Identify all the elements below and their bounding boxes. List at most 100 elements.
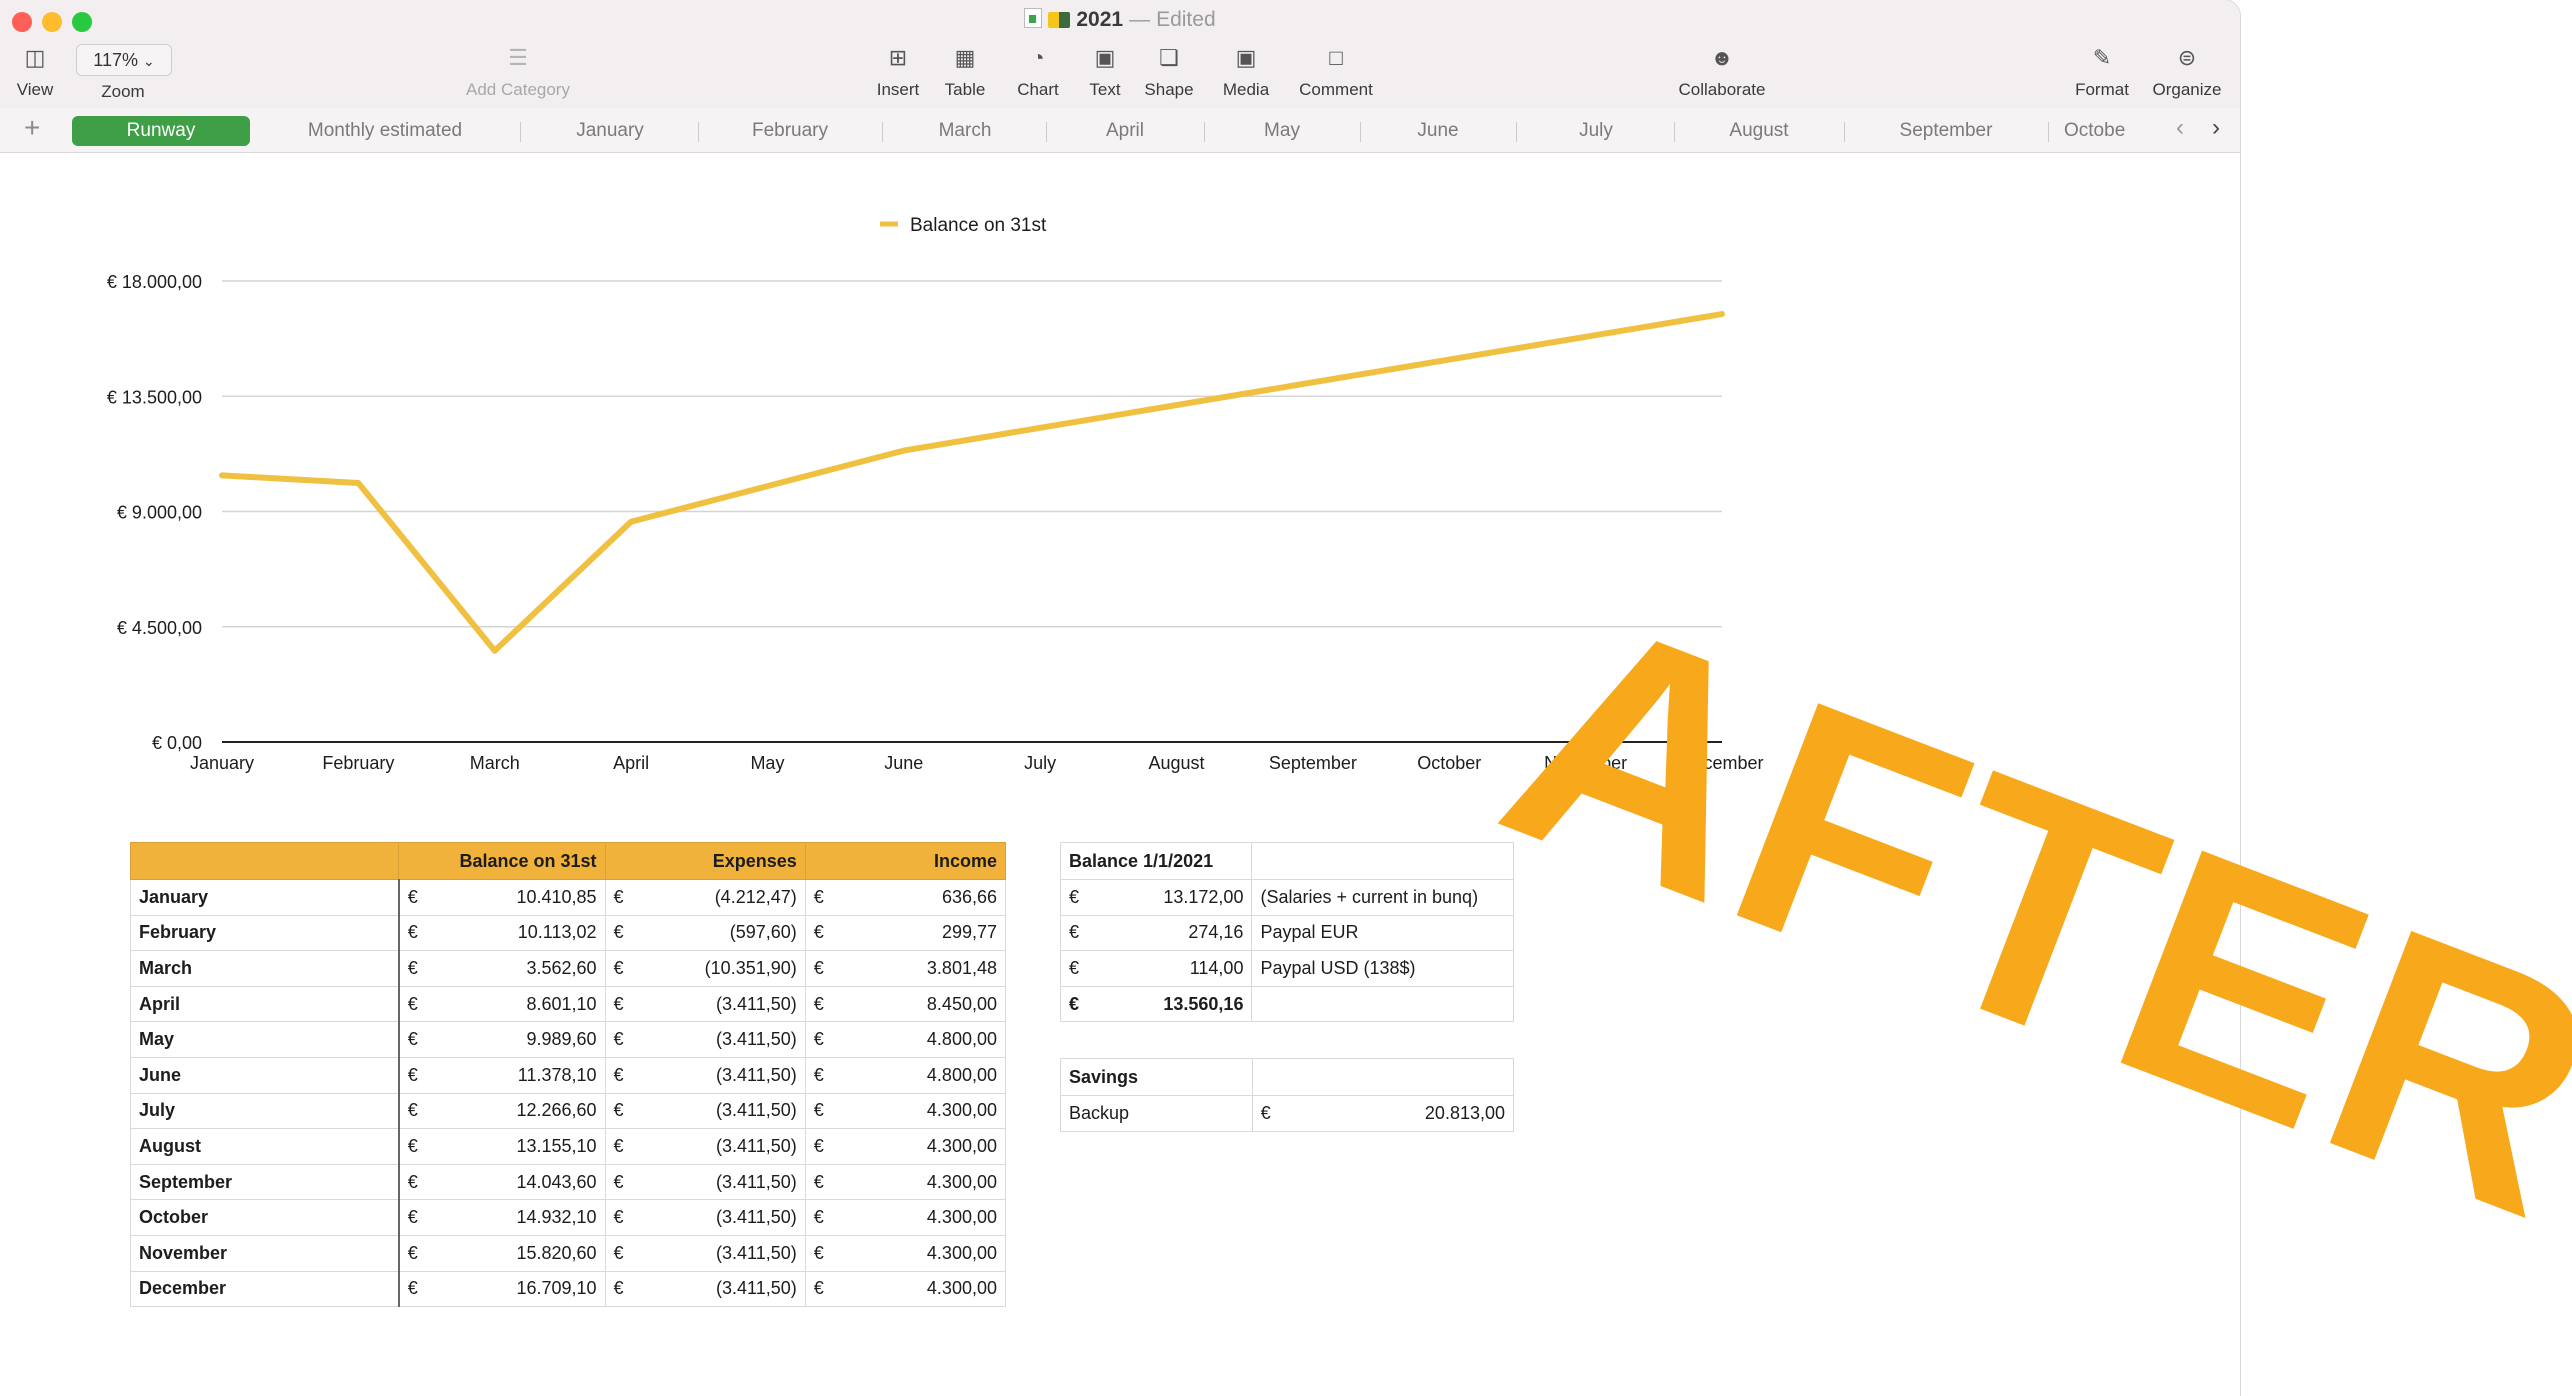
income-cell[interactable]: 3.801,48 (833, 950, 1007, 987)
balance-cell[interactable]: 10.113,02 (426, 914, 606, 952)
value-cell[interactable]: 114,00 (1090, 950, 1253, 987)
tab-monthly-estimated[interactable]: Monthly estimated (270, 116, 500, 146)
tab-april[interactable]: April (1064, 116, 1186, 146)
balance-cell[interactable]: 14.043,60 (426, 1163, 606, 1201)
currency-cell[interactable]: € (804, 1234, 834, 1272)
balance-cell[interactable]: 13.155,10 (426, 1128, 606, 1165)
expenses-cell[interactable]: (597,60) (633, 914, 806, 952)
currency-cell[interactable]: € (398, 950, 427, 987)
currency-cell[interactable]: € (398, 879, 427, 916)
media-button[interactable]: ▣ Media (1220, 44, 1272, 100)
chevron-left-icon[interactable]: ‹ (2176, 114, 2184, 142)
table-row[interactable]: June €11.378,10 € (3.411,50) €4.800,00 (129, 1056, 1007, 1094)
total-row[interactable]: € 13.560,16 (1060, 985, 1514, 1023)
savings-table[interactable]: Savings Backup € 20.813,00 (1060, 1058, 1515, 1132)
currency-cell[interactable]: € (604, 1128, 634, 1165)
organize-button[interactable]: ⊜ Organize (2150, 44, 2224, 100)
opening-balance-table[interactable]: Balance 1/1/2021 € 13.172,00 (Salaries +… (1059, 842, 1514, 1023)
income-cell[interactable]: 4.300,00 (833, 1234, 1007, 1272)
month-cell[interactable]: May (129, 1021, 400, 1058)
income-cell[interactable]: 4.300,00 (833, 1163, 1007, 1201)
expenses-cell[interactable]: (3.411,50) (633, 985, 806, 1023)
currency-cell[interactable]: € (398, 1163, 427, 1201)
month-cell[interactable]: February (129, 914, 400, 952)
balance-cell[interactable]: 9.989,60 (426, 1021, 606, 1058)
currency-cell[interactable]: € (804, 879, 834, 916)
month-cell[interactable]: April (129, 985, 400, 1023)
balance-cell[interactable]: 14.932,10 (426, 1199, 606, 1236)
table-row[interactable]: November €15.820,60 € (3.411,50) €4.300,00 (129, 1234, 1007, 1272)
currency-cell[interactable]: € (604, 950, 634, 987)
savings-label-cell[interactable]: Backup (1060, 1095, 1253, 1132)
currency-cell[interactable]: € (804, 1270, 834, 1308)
month-cell[interactable]: November (129, 1234, 400, 1272)
currency-cell[interactable]: € (604, 1270, 634, 1308)
month-cell[interactable]: August (129, 1128, 400, 1165)
income-cell[interactable]: 4.800,00 (833, 1056, 1007, 1094)
month-cell[interactable]: January (129, 879, 400, 916)
view-button[interactable]: ◫ View (14, 44, 56, 100)
tab-march[interactable]: March (900, 116, 1030, 146)
balance-cell[interactable]: 11.378,10 (426, 1056, 606, 1094)
currency-cell[interactable]: € (804, 1021, 834, 1058)
currency-cell[interactable]: € (604, 1092, 634, 1130)
expenses-cell[interactable]: (3.411,50) (633, 1128, 806, 1165)
currency-cell[interactable]: € (804, 1199, 834, 1236)
currency-cell[interactable]: € (1251, 1095, 1283, 1132)
total-value-cell[interactable]: 13.560,16 (1090, 985, 1253, 1023)
currency-cell[interactable]: € (804, 1128, 834, 1165)
table-row[interactable]: March €3.562,60 € (10.351,90) €3.801,48 (129, 950, 1007, 987)
expenses-cell[interactable]: (3.411,50) (633, 1021, 806, 1058)
table-button[interactable]: ▦ Table (940, 44, 990, 100)
currency-cell[interactable]: € (804, 1056, 834, 1094)
expenses-cell[interactable]: (3.411,50) (633, 1092, 806, 1130)
table-row[interactable]: August €13.155,10 € (3.411,50) €4.300,00 (129, 1128, 1007, 1165)
currency-cell[interactable]: € (398, 985, 427, 1023)
tab-may[interactable]: May (1222, 116, 1342, 146)
total-currency-cell[interactable]: € (1060, 985, 1091, 1023)
currency-cell[interactable]: € (804, 985, 834, 1023)
shape-button[interactable]: ❏ Shape (1142, 44, 1196, 100)
currency-cell[interactable]: € (398, 1128, 427, 1165)
tab-july[interactable]: July (1536, 116, 1656, 146)
currency-cell[interactable]: € (604, 1199, 634, 1236)
table-row[interactable]: January €10.410,85 € (4.212,47) €636,66 (129, 879, 1007, 916)
currency-cell[interactable]: € (398, 1270, 427, 1308)
tab-runway[interactable]: Runway (72, 116, 250, 146)
month-cell[interactable]: October (129, 1199, 400, 1236)
currency-cell[interactable]: € (804, 914, 834, 952)
income-cell[interactable]: 4.800,00 (833, 1021, 1007, 1058)
value-cell[interactable]: 20.813,00 (1282, 1095, 1515, 1132)
month-cell[interactable]: September (129, 1163, 400, 1201)
currency-cell[interactable]: € (604, 1234, 634, 1272)
zoom-dropdown[interactable]: 117% ⌄ (76, 44, 172, 76)
income-cell[interactable]: 4.300,00 (833, 1092, 1007, 1130)
table-row[interactable]: Backup € 20.813,00 (1060, 1095, 1515, 1132)
currency-cell[interactable]: € (604, 1056, 634, 1094)
currency-cell[interactable]: € (398, 914, 427, 952)
balance-cell[interactable]: 8.601,10 (426, 985, 606, 1023)
currency-cell[interactable]: € (1060, 879, 1091, 916)
collaborate-button[interactable]: ☻ Collaborate (1674, 44, 1770, 100)
expenses-cell[interactable]: (3.411,50) (633, 1163, 806, 1201)
note-cell[interactable]: Paypal USD (138$) (1251, 950, 1514, 987)
currency-cell[interactable]: € (604, 1163, 634, 1201)
chevron-right-icon[interactable]: › (2212, 114, 2220, 142)
currency-cell[interactable]: € (804, 1163, 834, 1201)
currency-cell[interactable]: € (398, 1056, 427, 1094)
currency-cell[interactable]: € (604, 879, 634, 916)
total-note-cell[interactable] (1251, 985, 1514, 1023)
tab-october[interactable]: Octobe (2064, 116, 2174, 146)
income-cell[interactable]: 299,77 (833, 914, 1007, 952)
currency-cell[interactable]: € (398, 1092, 427, 1130)
tab-september[interactable]: September (1862, 116, 2030, 146)
table-row[interactable]: December €16.709,10 € (3.411,50) €4.300,00 (129, 1270, 1007, 1308)
comment-button[interactable]: □ Comment (1296, 44, 1376, 100)
currency-cell[interactable]: € (1060, 950, 1091, 987)
table-row[interactable]: February €10.113,02 € (597,60) €299,77 (129, 914, 1007, 952)
table-row[interactable]: € 274,16 Paypal EUR (1060, 914, 1514, 952)
expenses-cell[interactable]: (3.411,50) (633, 1270, 806, 1308)
currency-cell[interactable]: € (604, 985, 634, 1023)
add-sheet-button[interactable]: + (24, 114, 40, 142)
chart-button[interactable]: ◔ Chart (1010, 44, 1066, 100)
